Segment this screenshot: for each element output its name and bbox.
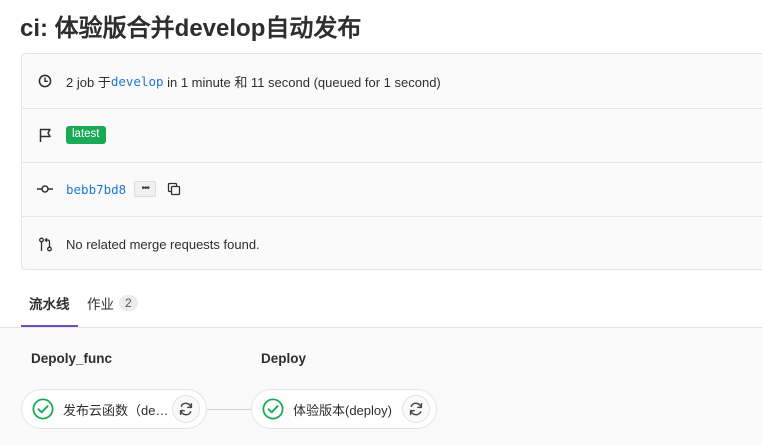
branch-link[interactable]: develop xyxy=(111,74,164,89)
merge-request-row: No related merge requests found. xyxy=(22,217,762,271)
tab-pipeline[interactable]: 流水线 xyxy=(21,280,78,327)
copy-icon[interactable] xyxy=(166,181,182,197)
page-title: ci: 体验版合并develop自动发布 xyxy=(20,15,362,42)
tab-jobs-label: 作业 xyxy=(87,297,114,312)
pipeline-page: ci: 体验版合并develop自动发布 2 job 于 develop in … xyxy=(0,0,762,446)
summary-prefix: 2 job 于 xyxy=(66,74,111,90)
pipeline-summary-row: 2 job 于 develop in 1 minute 和 11 second … xyxy=(22,54,762,109)
stage-title-depoly-func: Depoly_func xyxy=(31,351,113,366)
summary-suffix: in 1 minute 和 11 second (queued for 1 se… xyxy=(163,74,441,90)
clock-icon xyxy=(37,73,53,89)
stage-connector xyxy=(206,409,251,410)
tab-pipeline-label: 流水线 xyxy=(29,296,70,312)
flag-icon xyxy=(37,127,53,143)
success-status-icon xyxy=(32,398,54,420)
latest-badge: latest xyxy=(66,126,106,144)
pipeline-graph: Depoly_func Deploy 发布云函数（deploy_func） xyxy=(0,328,762,446)
merge-request-text: No related merge requests found. xyxy=(66,236,260,252)
retry-icon[interactable] xyxy=(402,395,430,423)
job-deploy[interactable]: 体验版本(deploy) xyxy=(251,389,437,429)
tab-jobs[interactable]: 作业 2 xyxy=(87,280,138,326)
pipeline-info-card: 2 job 于 develop in 1 minute 和 11 second … xyxy=(21,53,762,270)
job-deploy-func[interactable]: 发布云函数（deploy_func） xyxy=(21,389,207,429)
success-status-icon xyxy=(262,398,284,420)
pipeline-tabs: 流水线 作业 2 xyxy=(0,280,762,328)
commit-sha-link[interactable]: bebb7bd8 xyxy=(66,182,126,197)
tag-row: latest xyxy=(22,108,762,163)
retry-icon[interactable] xyxy=(172,395,200,423)
commit-icon xyxy=(37,181,53,197)
job-deploy-name: 体验版本(deploy) xyxy=(293,402,392,418)
job-deploy-func-name: 发布云函数（deploy_func） xyxy=(63,402,173,418)
commit-row: bebb7bd8 ••• xyxy=(22,162,762,217)
commit-more-button[interactable]: ••• xyxy=(134,181,157,197)
tab-jobs-count: 2 xyxy=(119,295,138,311)
merge-request-icon xyxy=(37,236,53,252)
stage-title-deploy: Deploy xyxy=(261,351,307,366)
